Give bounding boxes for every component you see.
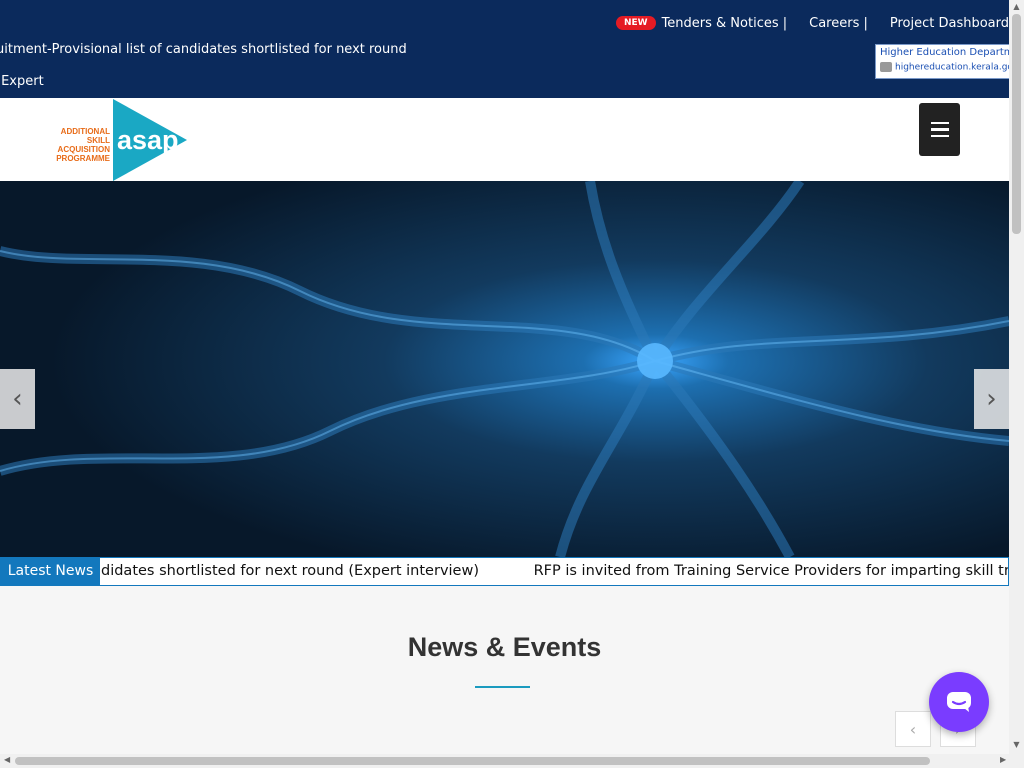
hero-next-button[interactable]: › xyxy=(974,369,1009,429)
new-badge: NEW xyxy=(615,16,656,30)
chat-button[interactable] xyxy=(929,672,989,732)
top-bar: uitment-Provisional list of candidates s… xyxy=(0,0,1009,98)
emblem-icon xyxy=(880,62,892,72)
scroll-left-icon[interactable]: ◀ xyxy=(4,755,10,764)
careers-link[interactable]: Careers | xyxy=(809,16,868,31)
project-dashboard-link[interactable]: Project Dashboard xyxy=(890,16,1009,31)
logo-line1: ADDITIONAL xyxy=(60,127,110,136)
chevron-left-icon: ‹ xyxy=(909,719,917,739)
chevron-left-icon: ‹ xyxy=(12,384,23,414)
news-scroll: didates shortlisted for next round (Expe… xyxy=(101,558,1008,585)
scroll-down-icon[interactable]: ▼ xyxy=(1012,740,1021,749)
top-links: NEW Tenders & Notices | Careers | Projec… xyxy=(615,12,1009,34)
top-marquee[interactable]: uitment-Provisional list of candidates s… xyxy=(0,34,430,98)
scroll-up-icon[interactable]: ▲ xyxy=(1012,2,1021,11)
latest-news-label: Latest News xyxy=(1,558,100,585)
news-item[interactable]: RFP is invited from Training Service Pro… xyxy=(534,558,1008,585)
top-marquee-line1[interactable]: uitment-Provisional list of candidates s… xyxy=(0,34,430,98)
logo-line2: SKILL ACQUISITION xyxy=(57,136,110,154)
logo-wordmark[interactable]: ADDITIONAL SKILL ACQUISITION PROGRAMME xyxy=(34,127,110,163)
vertical-scroll-thumb[interactable] xyxy=(1012,14,1021,234)
hero-slider xyxy=(0,181,1009,557)
horizontal-scroll-thumb[interactable] xyxy=(15,757,930,765)
scroll-right-icon[interactable]: ▶ xyxy=(1000,755,1006,764)
logo-line3: PROGRAMME xyxy=(56,154,110,163)
hed-url: highereducation.kerala.gov.in xyxy=(880,62,1017,73)
latest-news-ticker: Latest News didates shortlisted for next… xyxy=(0,557,1009,586)
news-item[interactable]: didates shortlisted for next round (Expe… xyxy=(101,558,479,585)
news-prev-button[interactable]: ‹ xyxy=(895,711,931,747)
asap-logo-icon[interactable]: asap xyxy=(113,99,187,181)
horizontal-scrollbar[interactable]: ◀ ▶ xyxy=(0,754,1024,768)
vertical-scrollbar[interactable]: ▲ ▼ xyxy=(1009,0,1024,754)
chat-bubble-icon xyxy=(947,692,971,712)
hero-network-image xyxy=(0,181,1009,557)
heading-divider xyxy=(475,686,530,688)
hamburger-menu-icon[interactable] xyxy=(919,103,960,156)
chevron-right-icon: › xyxy=(986,384,997,414)
higher-education-department-link[interactable]: Higher Education Department highereducat… xyxy=(875,44,1017,79)
news-events-heading: News & Events xyxy=(407,632,602,662)
logo-mark-text: asap xyxy=(117,125,179,155)
hed-url-text: highereducation.kerala.gov.in xyxy=(895,62,1017,73)
hero-prev-button[interactable]: ‹ xyxy=(0,369,35,429)
tenders-notices-link[interactable]: Tenders & Notices | xyxy=(662,16,788,31)
hed-title: Higher Education Department xyxy=(880,47,1017,58)
